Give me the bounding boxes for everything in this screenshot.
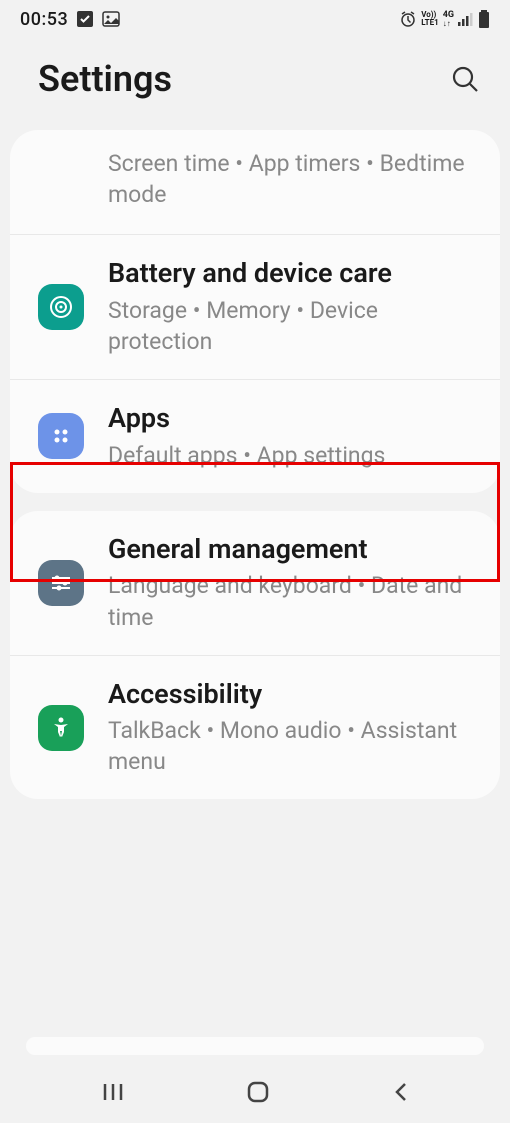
item-content: General management Language and keyboard… — [108, 533, 482, 633]
item-subtitle: Default apps • App settings — [108, 440, 482, 471]
item-content: Battery and device care Storage • Memory… — [108, 257, 482, 357]
signal-icon — [458, 12, 474, 26]
status-bar: 00:53 Vo))LTE1 4G↓↑ — [0, 0, 510, 38]
item-subtitle: Screen time • App timers • Bedtime mode — [108, 148, 476, 210]
status-left: 00:53 — [20, 9, 120, 30]
accessibility-icon — [38, 705, 84, 751]
status-right: Vo))LTE1 4G↓↑ — [399, 10, 490, 28]
item-title: Battery and device care — [108, 257, 482, 291]
scroll-indicator — [26, 1037, 484, 1055]
apps-icon — [38, 413, 84, 459]
volte-icon: Vo))LTE1 — [421, 11, 439, 27]
nav-back-button[interactable] — [391, 1080, 409, 1104]
item-content: Apps Default apps • App settings — [108, 402, 482, 471]
search-button[interactable] — [450, 64, 480, 94]
item-content: Screen time • App timers • Bedtime mode — [108, 148, 476, 210]
network-4g-icon: 4G↓↑ — [443, 11, 454, 28]
item-title: Apps — [108, 402, 482, 436]
settings-item-apps[interactable]: Apps Default apps • App settings — [10, 379, 500, 493]
settings-item-digital-wellbeing-partial[interactable]: Screen time • App timers • Bedtime mode — [10, 130, 500, 234]
alarm-icon — [399, 10, 417, 28]
settings-group-1: Screen time • App timers • Bedtime mode … — [10, 130, 500, 493]
checkbox-icon — [76, 10, 94, 28]
item-title: General management — [108, 533, 482, 567]
settings-item-accessibility[interactable]: Accessibility TalkBack • Mono audio • As… — [10, 655, 500, 800]
settings-group-2: General management Language and keyboard… — [10, 511, 500, 800]
nav-home-button[interactable] — [246, 1080, 270, 1104]
item-content: Accessibility TalkBack • Mono audio • As… — [108, 678, 482, 778]
general-management-icon — [38, 560, 84, 606]
item-subtitle: Language and keyboard • Date and time — [108, 570, 482, 632]
item-subtitle: TalkBack • Mono audio • Assistant menu — [108, 715, 482, 777]
status-time: 00:53 — [20, 9, 68, 30]
item-title: Accessibility — [108, 678, 482, 712]
page-title: Settings — [38, 58, 172, 100]
item-subtitle: Storage • Memory • Device protection — [108, 295, 482, 357]
image-icon — [102, 10, 120, 28]
device-care-icon — [38, 284, 84, 330]
settings-item-battery-device-care[interactable]: Battery and device care Storage • Memory… — [10, 234, 500, 379]
nav-recents-button[interactable] — [101, 1082, 125, 1102]
nav-bar — [0, 1061, 510, 1123]
settings-item-general-management[interactable]: General management Language and keyboard… — [10, 511, 500, 655]
battery-icon — [478, 10, 490, 28]
app-header: Settings — [0, 38, 510, 130]
